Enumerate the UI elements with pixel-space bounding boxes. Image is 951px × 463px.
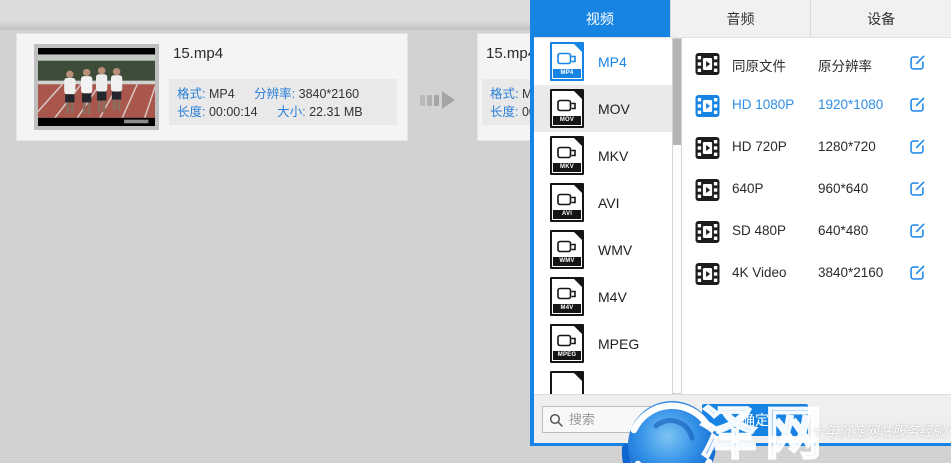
resolution-label: 分辨率: [254,87,295,101]
format-value: MP4 [209,87,235,101]
format-list-scrollbar[interactable] [672,38,682,394]
film-icon [695,263,720,285]
convert-arrow-icon [420,90,460,110]
partial-file-icon [550,371,584,394]
source-file-info: 格式: MP4 分辨率: 3840*2160 长度: 00:00:14 大小: … [169,79,397,125]
size-label: 大小: [277,105,305,119]
format-select-popup: 视频 音频 设备 MP4 MP4 MOV MOV MKV [530,0,951,446]
duration-value: 00:00:14 [209,105,258,119]
film-icon [695,221,720,243]
film-icon [695,179,720,201]
preset-row-4k[interactable]: 4K Video 3840*2160 [682,253,951,295]
format-item-mp4[interactable]: MP4 MP4 [534,38,672,85]
search-input[interactable] [569,407,689,432]
film-icon [695,53,720,75]
m4v-file-icon: M4V [550,277,584,316]
format-label: 格式: [177,87,205,101]
duration-label: 长度: [490,105,518,119]
video-thumbnail [34,44,159,130]
format-item-partial[interactable] [534,367,672,394]
preset-row-original[interactable]: 同原文件 原分辨率 [682,43,951,85]
source-file-name: 15.mp4 [173,45,223,62]
film-icon [695,137,720,159]
mpeg-file-icon: MPEG [550,324,584,363]
popup-tabbar: 视频 音频 设备 [530,0,951,38]
avi-file-icon: AVI [550,183,584,222]
format-item-mov[interactable]: MOV MOV [534,85,672,132]
format-item-m4v[interactable]: M4V M4V [534,273,672,320]
edit-icon[interactable] [907,53,927,73]
tab-video[interactable]: 视频 [530,0,670,37]
mkv-file-icon: MKV [550,136,584,175]
duration-label: 长度: [177,105,205,119]
source-file-card: 15.mp4 格式: MP4 分辨率: 3840*2160 长度: 00:00:… [16,33,408,141]
thumbnail-scene-image [38,48,155,126]
confirm-button[interactable]: 确定 [702,404,808,436]
format-label: 格式: [490,87,518,101]
edit-icon[interactable] [907,221,927,241]
search-box [542,406,694,433]
film-icon [695,95,720,117]
preset-row-sd480p[interactable]: SD 480P 640*480 [682,211,951,253]
popup-left-border [530,0,534,446]
popup-bottom-bar: 确定 [534,394,951,443]
wmv-file-icon: WMV [550,230,584,269]
tab-audio[interactable]: 音频 [670,0,811,37]
preset-row-hd1080p[interactable]: HD 1080P 1920*1080 [682,85,951,127]
popup-bottom-border [530,443,951,446]
scrollbar-thumb[interactable] [673,39,681,145]
preset-panel: 同原文件 原分辨率 HD 1080P 1920*1080 HD 720P 128… [682,38,951,394]
mp4-file-icon: MP4 [550,42,584,81]
preset-row-640p[interactable]: 640P 960*640 [682,169,951,211]
target-file-name: 15.mp4 [486,45,536,62]
preset-row-hd720p[interactable]: HD 720P 1280*720 [682,127,951,169]
format-item-mkv[interactable]: MKV MKV [534,132,672,179]
size-value: 22.31 MB [309,105,363,119]
mov-file-icon: MOV [550,89,584,128]
resolution-value: 3840*2160 [299,87,359,101]
edit-icon[interactable] [907,137,927,157]
format-item-mpeg[interactable]: MPEG MPEG [534,320,672,367]
edit-icon[interactable] [907,263,927,283]
tab-device[interactable]: 设备 [810,0,951,37]
edit-icon[interactable] [907,179,927,199]
format-list: MP4 MP4 MOV MOV MKV MKV AVI [534,38,672,394]
format-item-avi[interactable]: AVI AVI [534,179,672,226]
format-item-wmv[interactable]: WMV WMV [534,226,672,273]
edit-icon[interactable] [907,95,927,115]
search-icon [549,413,564,428]
